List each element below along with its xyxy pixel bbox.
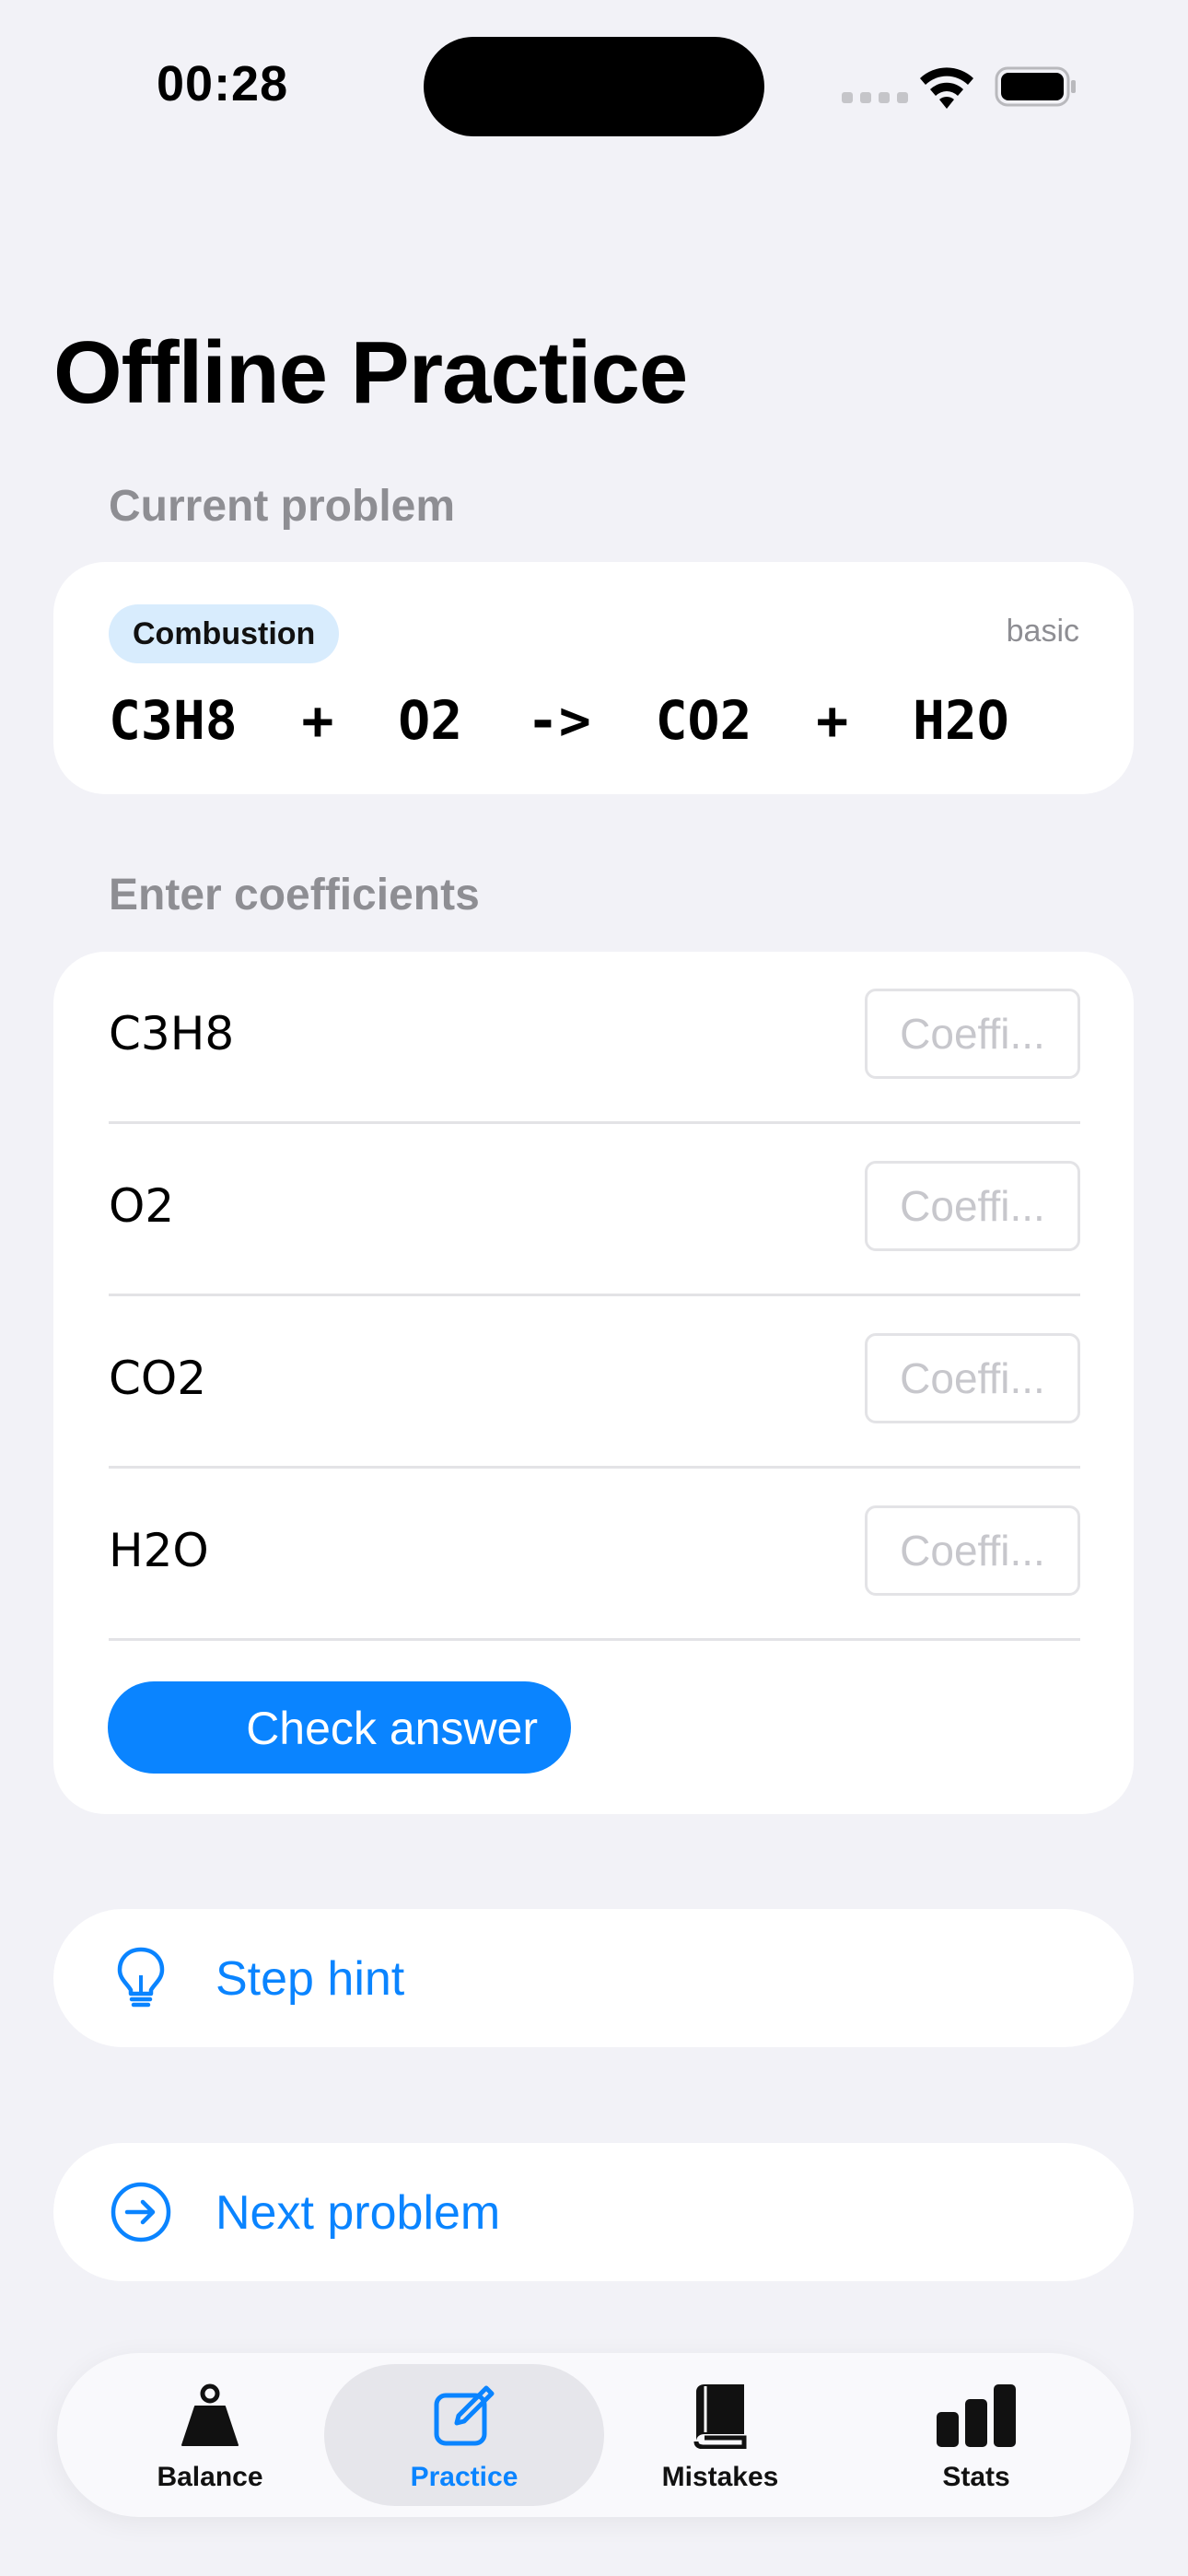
scale-weight-icon	[181, 2383, 239, 2446]
current-problem-card	[53, 562, 1134, 794]
book-icon	[693, 2384, 747, 2449]
coefficient-row: O2	[109, 1124, 1080, 1296]
tab-mistakes[interactable]: Mistakes	[619, 2353, 821, 2517]
tab-practice[interactable]: Practice	[363, 2353, 565, 2517]
coefficient-row: C3H8	[109, 952, 1080, 1124]
tab-label: Mistakes	[661, 2462, 779, 2492]
check-answer-button[interactable]: Check answer	[108, 1681, 571, 1774]
coefficient-row: H2O	[109, 1469, 1080, 1641]
category-badge: Combustion	[109, 604, 340, 663]
tab-bar: Balance Practice Mistakes Stats	[57, 2353, 1131, 2517]
bar-chart-icon	[937, 2384, 1016, 2447]
current-problem-header: Current problem	[109, 482, 456, 531]
step-hint-button[interactable]: Step hint	[53, 1909, 1134, 2047]
difficulty-label: basic	[1006, 614, 1079, 649]
equation-text: C3H8 + O2 -> CO2 + H2O	[109, 689, 1009, 752]
cellular-signal-icon	[842, 92, 908, 103]
coefficient-input[interactable]	[865, 1161, 1080, 1251]
arrow-right-circle-icon	[111, 2182, 171, 2242]
next-problem-button[interactable]: Next problem	[53, 2143, 1134, 2281]
species-label: O2	[109, 1179, 175, 1233]
coefficient-input[interactable]	[865, 1505, 1080, 1596]
species-label: CO2	[109, 1352, 207, 1405]
coefficient-row: CO2	[109, 1296, 1080, 1469]
tab-stats[interactable]: Stats	[875, 2353, 1077, 2517]
coefficient-input[interactable]	[865, 989, 1080, 1079]
battery-icon	[995, 66, 1076, 107]
page-title: Offline Practice	[53, 323, 688, 422]
next-problem-label: Next problem	[215, 2186, 501, 2240]
square-pencil-icon	[434, 2385, 495, 2446]
enter-coefficients-header: Enter coefficients	[109, 871, 480, 919]
step-hint-label: Step hint	[215, 1952, 405, 2006]
wifi-icon	[920, 67, 973, 109]
tab-label: Balance	[157, 2462, 263, 2492]
tab-label: Practice	[410, 2462, 518, 2492]
status-time: 00:28	[157, 56, 289, 111]
coefficient-input[interactable]	[865, 1333, 1080, 1423]
lightbulb-icon	[117, 1947, 165, 2008]
tab-label: Stats	[942, 2462, 1010, 2492]
tab-balance[interactable]: Balance	[109, 2353, 311, 2517]
dynamic-island	[424, 37, 764, 136]
species-label: H2O	[109, 1524, 209, 1577]
species-label: C3H8	[109, 1007, 235, 1060]
